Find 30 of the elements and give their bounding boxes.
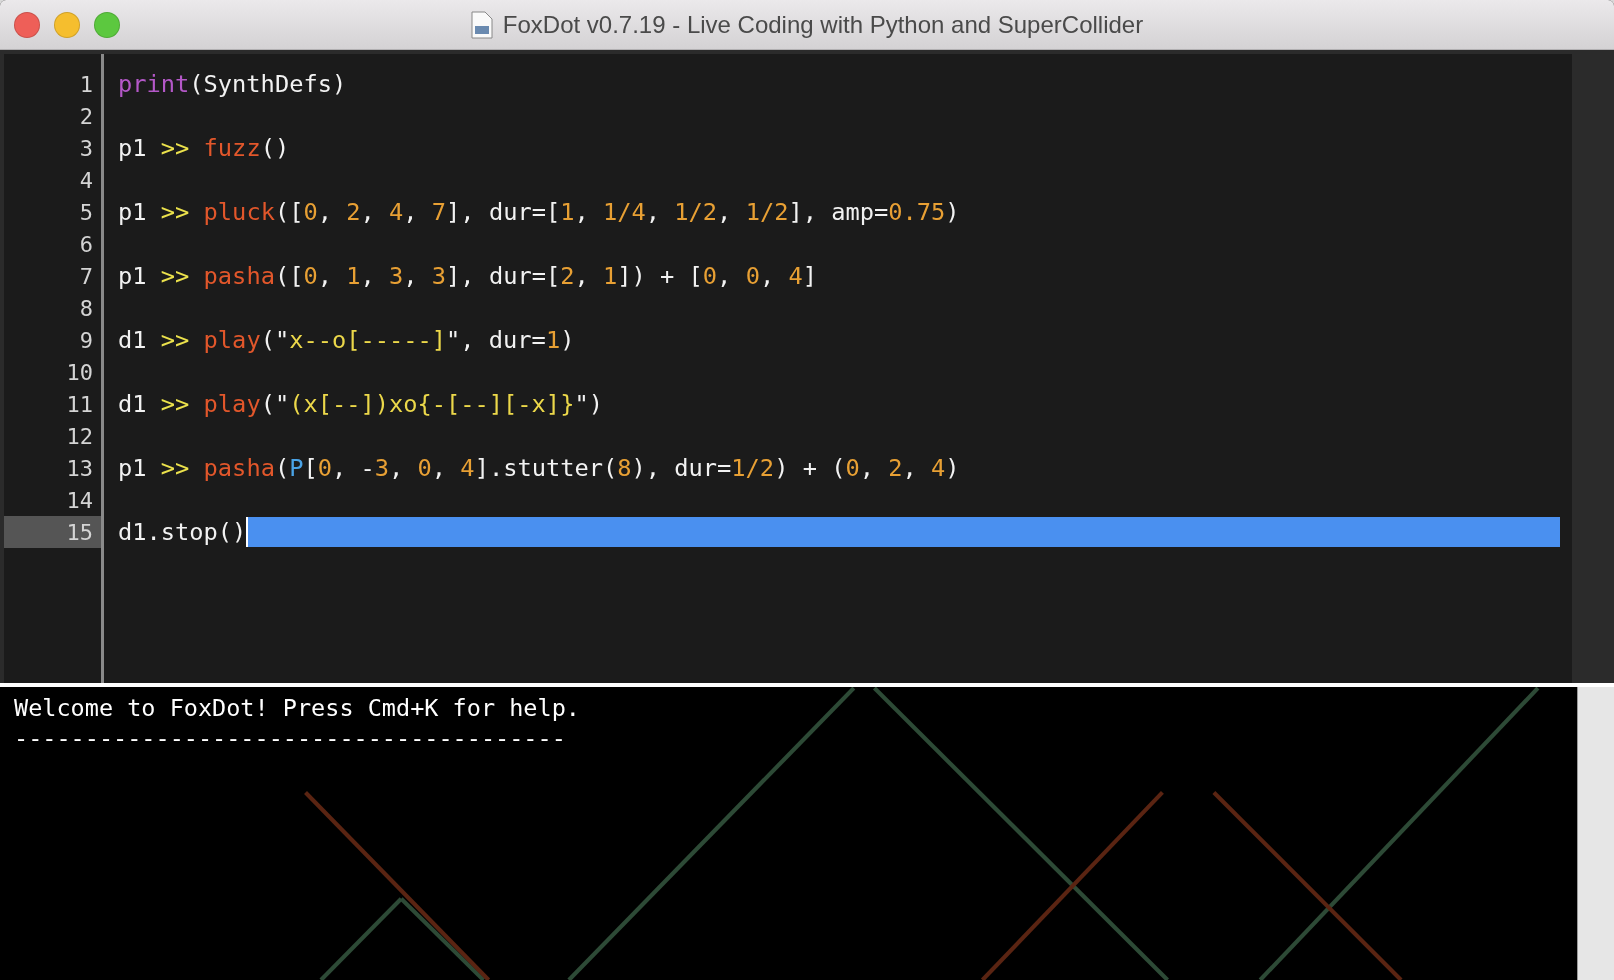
code-line: d1 >> play("x--o[-----]", dur=1): [118, 325, 575, 356]
line-number: 8: [78, 294, 94, 323]
console-text: ---------------------------------------: [14, 723, 566, 753]
line-number: 1: [78, 70, 94, 99]
line-number: 5: [78, 198, 94, 227]
window-title: FoxDot v0.7.19 - Live Coding with Python and SuperCollider: [502, 10, 1144, 39]
line-number: 7: [78, 262, 94, 291]
line-number: 14: [65, 486, 94, 515]
code-line: print(SynthDefs): [118, 69, 347, 100]
code-line: p1 >> fuzz(): [118, 133, 290, 164]
line-number: 10: [65, 358, 94, 387]
code-line: d1 >> play("(x[--])xo{-[--][-x]}"): [118, 389, 603, 420]
code-line: p1 >> pluck([0, 2, 4, 7], dur=[1, 1/4, 1/2, 1/2], amp=0.75): [118, 197, 960, 228]
code-line: d1.stop(): [118, 517, 247, 548]
line-number: 4: [78, 166, 94, 195]
line-number: 6: [78, 230, 94, 259]
line-number: 13: [65, 454, 94, 483]
document-icon: [470, 10, 493, 39]
line-number: 3: [78, 134, 94, 163]
line-number: 12: [65, 422, 94, 451]
code-line: p1 >> pasha([0, 1, 3, 3], dur=[2, 1]) + [0, 0, 4]: [118, 261, 817, 292]
line-number: 9: [78, 326, 94, 355]
line-number: 15: [4, 516, 101, 548]
minimize-button[interactable]: [54, 11, 80, 38]
line-number: 2: [78, 102, 94, 131]
zoom-button[interactable]: [94, 11, 120, 38]
close-button[interactable]: [14, 11, 40, 38]
code-line: p1 >> pasha(P[0, -3, 0, 4].stutter(8), dur=1/2) + (0, 2, 4): [118, 453, 960, 484]
console-text: Welcome to FoxDot! Press Cmd+K for help.: [14, 693, 580, 723]
line-number: 11: [65, 390, 94, 419]
